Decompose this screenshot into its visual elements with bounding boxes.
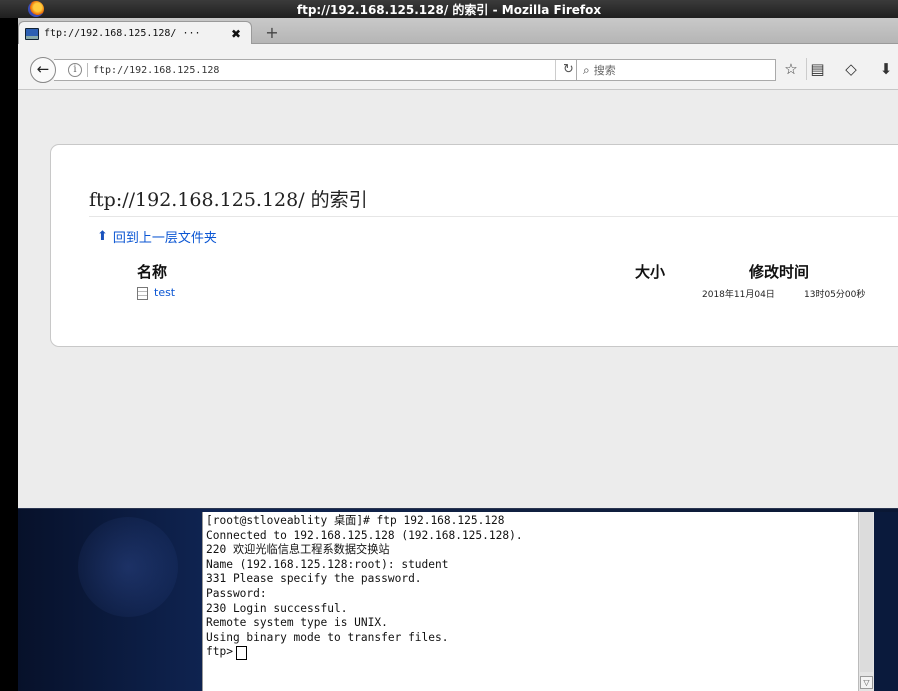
pocket-icon[interactable]: ◇ (840, 58, 862, 80)
terminal-window[interactable]: [root@stloveablity 桌面]# ftp 192.168.125.… (202, 512, 874, 691)
file-time: 13时05分00秒 (804, 290, 866, 300)
terminal-line: Name (192.168.125.128:root): student (206, 557, 449, 571)
column-header-mtime[interactable]: 修改时间 (749, 261, 809, 282)
tab-strip: ftp://192.168.125.128/ ··· ✖ + (18, 18, 898, 45)
terminal-prompt-line[interactable]: ftp> (206, 645, 856, 660)
column-header-name[interactable]: 名称 (137, 261, 167, 282)
terminal-scroll-thumb[interactable] (860, 512, 873, 672)
file-date: 2018年11月04日 (702, 290, 775, 300)
terminal-line: Connected to 192.168.125.128 (192.168.12… (206, 528, 523, 542)
tab-title: ftp://192.168.125.128/ ··· (44, 28, 201, 39)
up-arrow-icon: ⬆ (97, 229, 108, 244)
terminal-line: Using binary mode to transfer files. (206, 630, 449, 644)
search-input[interactable]: ⌕ 搜索 (576, 59, 776, 81)
monitor-icon (25, 27, 39, 40)
search-placeholder: 搜索 (593, 64, 616, 77)
window-title: ftp://192.168.125.128/ 的索引 - Mozilla Fir… (296, 2, 602, 17)
bookmark-star-icon[interactable]: ☆ (780, 58, 802, 80)
terminal-line: 230 Login successful. (206, 601, 348, 615)
desktop-edge (874, 512, 898, 691)
page-title: ftp://192.168.125.128/ 的索引 (89, 185, 898, 217)
navigation-toolbar: i ftp://192.168.125.128 ↻ ← ⌕ 搜索 ☆ ▤ ◇ ⬇ (18, 44, 898, 90)
column-header-size[interactable]: 大小 (635, 261, 665, 282)
page-content: ftp://192.168.125.128/ 的索引 ⬆ 回到上一层文件夹 名称… (18, 90, 898, 508)
file-icon (137, 287, 148, 300)
info-icon[interactable]: i (68, 63, 82, 77)
new-tab-button[interactable]: + (262, 23, 282, 43)
terminal-output: [root@stloveablity 桌面]# ftp 192.168.125.… (206, 514, 856, 660)
window-titlebar: ftp://192.168.125.128/ 的索引 - Mozilla Fir… (0, 0, 898, 18)
terminal-line: Password: (206, 586, 267, 600)
parent-folder-link[interactable]: ⬆ 回到上一层文件夹 (97, 227, 217, 246)
desktop-wallpaper-glow (78, 517, 178, 617)
url-separator (87, 63, 88, 77)
scroll-down-icon[interactable]: ▽ (860, 676, 873, 689)
back-button[interactable]: ← (30, 57, 56, 83)
terminal-cursor (235, 645, 247, 660)
file-link[interactable]: test (154, 286, 175, 299)
firefox-logo-icon (28, 1, 44, 17)
terminal-prompt: ftp> (206, 645, 233, 659)
close-tab-icon[interactable]: ✖ (229, 27, 243, 41)
url-bar[interactable]: i ftp://192.168.125.128 ↻ (54, 59, 582, 81)
tab-ftp-index[interactable]: ftp://192.168.125.128/ ··· ✖ (18, 21, 252, 45)
terminal-scrollbar[interactable]: ▽ (858, 512, 874, 691)
terminal-line: 220 欢迎光临信息工程系数据交换站 (206, 543, 390, 557)
directory-listing-box: ftp://192.168.125.128/ 的索引 ⬆ 回到上一层文件夹 名称… (50, 144, 898, 347)
terminal-line: Remote system type is UNIX. (206, 616, 388, 630)
download-icon[interactable]: ⬇ (875, 58, 897, 80)
table-row: test 2018年11月04日 13时05分00秒 (137, 286, 898, 302)
bookmarks-menu-icon[interactable]: ▤ (806, 58, 828, 80)
parent-folder-label[interactable]: 回到上一层文件夹 (113, 227, 217, 246)
search-icon: ⌕ (583, 62, 590, 77)
terminal-line: [root@stloveablity 桌面]# ftp 192.168.125.… (206, 514, 505, 527)
url-text[interactable]: ftp://192.168.125.128 (93, 65, 555, 76)
terminal-line: 331 Please specify the password. (206, 572, 422, 586)
